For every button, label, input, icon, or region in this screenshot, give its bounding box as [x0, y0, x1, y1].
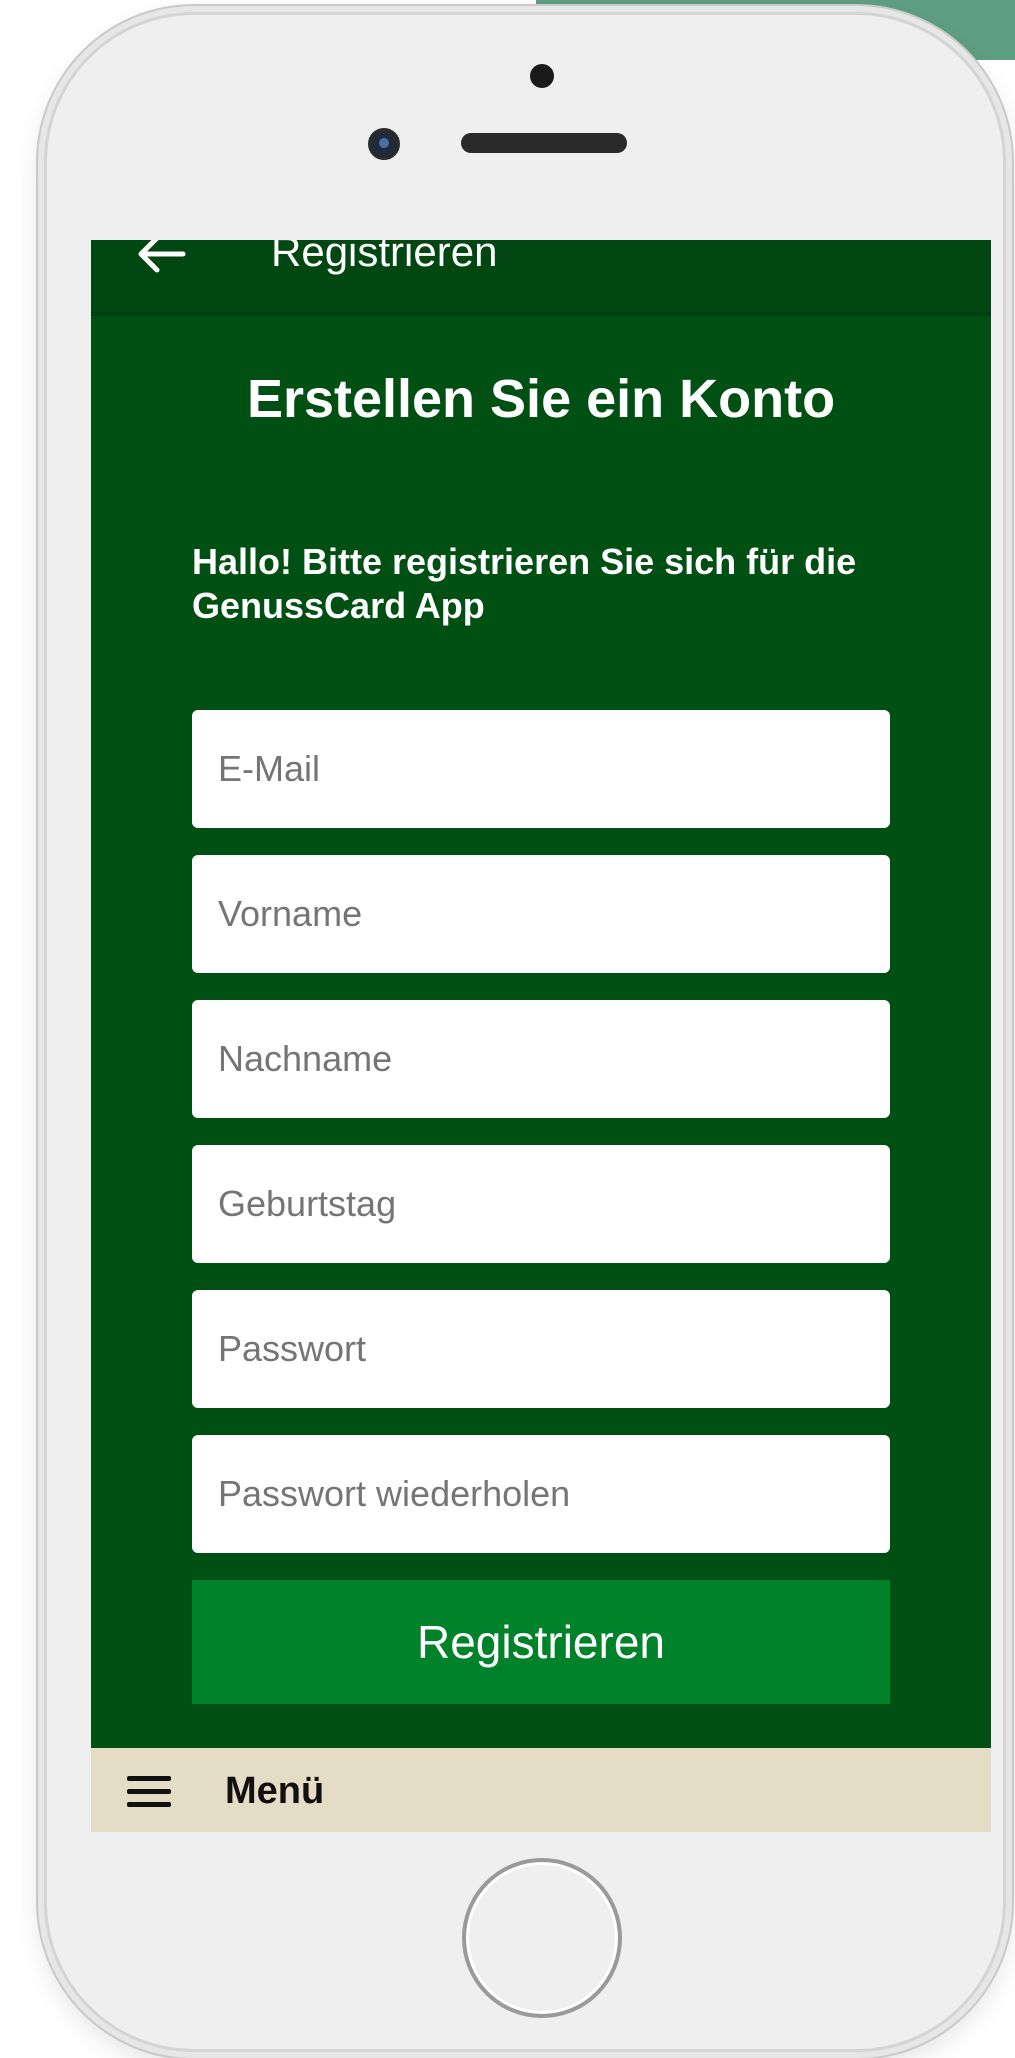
password-repeat-field[interactable]: [192, 1435, 890, 1553]
password-field[interactable]: [192, 1290, 890, 1408]
earpiece-speaker: [461, 133, 627, 153]
firstname-field[interactable]: [192, 855, 890, 973]
front-camera-icon: [368, 128, 400, 160]
hamburger-icon[interactable]: [127, 1776, 171, 1808]
email-field[interactable]: [192, 710, 890, 828]
app-bar: Registrieren: [91, 240, 991, 316]
proximity-sensor: [530, 64, 554, 88]
birthday-field[interactable]: [192, 1145, 890, 1263]
phone-home-button: [462, 1858, 622, 2018]
arrow-left-icon[interactable]: [137, 240, 187, 274]
lastname-field[interactable]: [192, 1000, 890, 1118]
intro-text: Hallo! Bitte registrieren Sie sich für d…: [192, 541, 857, 626]
register-button[interactable]: Registrieren: [192, 1580, 890, 1704]
bottom-menu-bar[interactable]: Menü: [91, 1748, 991, 1832]
menu-label[interactable]: Menü: [225, 1770, 324, 1813]
app-screen: Registrieren Erstellen Sie ein Konto Hal…: [91, 240, 991, 1832]
app-bar-title: Registrieren: [271, 240, 498, 275]
page-title: Erstellen Sie ein Konto: [246, 369, 836, 429]
